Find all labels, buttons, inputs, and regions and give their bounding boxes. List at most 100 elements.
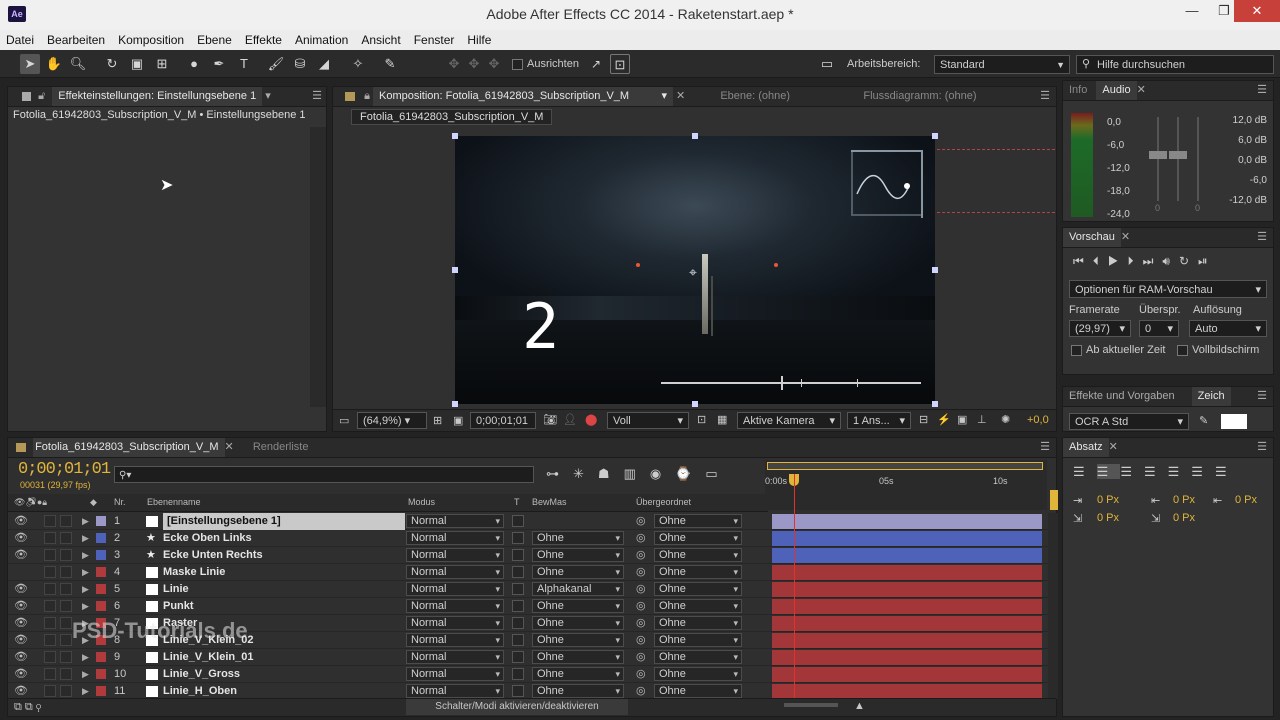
menu-komposition[interactable]: Komposition	[112, 30, 191, 48]
table-row[interactable]: 👁︎ ▶ 5 Linie Normal Alphakanal ◎ Ohne	[8, 581, 1048, 598]
preserve-transparency-checkbox[interactable]	[512, 685, 524, 697]
expand-triangle-icon[interactable]: ▶	[82, 530, 89, 547]
close-tab-icon[interactable]: ✕	[676, 90, 685, 102]
col-header-nr[interactable]: Nr.	[114, 494, 126, 511]
layer-mode-select[interactable]: Normal	[406, 616, 504, 630]
label-color-swatch[interactable]	[96, 652, 106, 662]
layer-mode-select[interactable]: Normal	[406, 565, 504, 579]
solo-switch[interactable]	[44, 651, 56, 663]
tab-paragraph[interactable]: Absatz	[1063, 438, 1109, 457]
track-matte-select[interactable]: Ohne	[532, 599, 624, 613]
brush-tool-icon[interactable]: 🖌︎	[266, 54, 286, 74]
draft-3d-icon[interactable]: ✳	[573, 466, 598, 481]
solo-switch[interactable]	[44, 685, 56, 697]
parent-select[interactable]: Ohne	[654, 565, 742, 579]
clone-stamp-tool-icon[interactable]: ⛁	[290, 54, 310, 74]
visibility-eye-icon[interactable]: 👁︎	[14, 615, 28, 632]
camera-tool-icon[interactable]: ▣	[127, 54, 147, 74]
solo-switch[interactable]	[44, 515, 56, 527]
preserve-transparency-checkbox[interactable]	[512, 532, 524, 544]
lock-switch[interactable]	[60, 532, 72, 544]
parent-select[interactable]: Ohne	[654, 633, 742, 647]
preserve-transparency-checkbox[interactable]	[512, 634, 524, 646]
selection-tool-icon[interactable]: ➤	[20, 54, 40, 74]
label-color-swatch[interactable]	[96, 533, 106, 543]
panel-menu-icon[interactable]: ☰	[312, 87, 322, 106]
menu-hilfe[interactable]: Hilfe	[461, 30, 498, 48]
preserve-transparency-checkbox[interactable]	[512, 651, 524, 663]
align-right-icon[interactable]: ☰	[1120, 464, 1144, 479]
mask-visibility-icon[interactable]: ▣	[453, 414, 463, 427]
exposure-icon[interactable]: ✺	[1001, 413, 1010, 426]
layer-name[interactable]: Linie_V_Gross	[163, 666, 240, 683]
font-select[interactable]: OCR A Std ▾	[1069, 413, 1189, 430]
comp-mini-flowchart-icon[interactable]: ⊶	[546, 466, 573, 481]
layer-mode-select[interactable]: Normal	[406, 514, 504, 528]
track-matte-select[interactable]: Ohne	[532, 667, 624, 681]
menu-datei[interactable]: Datei	[0, 30, 41, 48]
exposure-value[interactable]: +0,0	[1027, 414, 1049, 426]
label-color-swatch[interactable]	[96, 686, 106, 696]
next-frame-icon[interactable]: ⏵	[1128, 254, 1143, 268]
layer-duration-bar[interactable]	[772, 633, 1042, 648]
handle-bl[interactable]	[452, 401, 458, 407]
timeline-scrollbar[interactable]	[1048, 513, 1058, 699]
time-ruler[interactable]: 0:00s 05s 10s	[765, 460, 1047, 510]
audio-toggle-icon[interactable]: 🔊︎	[1162, 254, 1179, 268]
expand-triangle-icon[interactable]: ▶	[82, 564, 89, 581]
layer-mode-select[interactable]: Normal	[406, 531, 504, 545]
track-matte-select[interactable]: Ohne	[532, 531, 624, 545]
pan-behind-tool-icon[interactable]: ⊞	[152, 54, 172, 74]
menu-fenster[interactable]: Fenster	[408, 30, 462, 48]
workspace-select[interactable]: Standard ▼	[934, 55, 1070, 74]
eraser-tool-icon[interactable]: ◢	[314, 54, 334, 74]
handle-mr[interactable]	[932, 267, 938, 273]
flowchart-icon[interactable]: ⊥	[977, 413, 987, 426]
resolution-select[interactable]: Voll ▾	[607, 412, 689, 429]
layer-duration-bar[interactable]	[772, 616, 1042, 631]
align-center-icon[interactable]: ☰	[1096, 464, 1121, 479]
snap-icon[interactable]: ↗	[586, 54, 606, 74]
pickwhip-icon[interactable]: ◎	[636, 530, 646, 547]
parent-select[interactable]: Ohne	[654, 514, 742, 528]
handle-br[interactable]	[932, 401, 938, 407]
expand-triangle-icon[interactable]: ▶	[82, 666, 89, 683]
solo-switch[interactable]	[44, 566, 56, 578]
table-row[interactable]: 👁︎ ▶ 11 Linie_H_Oben Normal Ohne ◎ Ohne	[8, 683, 1048, 699]
lock-switch[interactable]	[60, 668, 72, 680]
parent-select[interactable]: Ohne	[654, 531, 742, 545]
pickwhip-icon[interactable]: ◎	[636, 649, 646, 666]
menu-ebene[interactable]: Ebene	[191, 30, 239, 48]
layer-mode-select[interactable]: Normal	[406, 599, 504, 613]
panel-menu-icon[interactable]: ☰	[1257, 228, 1267, 247]
dropdown-icon[interactable]: ▾	[265, 90, 271, 102]
visibility-eye-icon[interactable]: 👁︎	[14, 581, 28, 598]
visibility-eye-icon[interactable]: 👁︎	[14, 683, 28, 699]
pickwhip-icon[interactable]: ◎	[636, 632, 646, 649]
handle-ml[interactable]	[452, 267, 458, 273]
ram-preview-icon[interactable]: ⏯	[1198, 254, 1217, 268]
snapshot-icon[interactable]: 📷︎	[543, 413, 557, 426]
lock-icon[interactable]: 🔓︎	[38, 90, 45, 102]
justify-center-icon[interactable]: ☰	[1168, 464, 1192, 479]
table-row[interactable]: ▶ 4 Maske Linie Normal Ohne ◎ Ohne	[8, 564, 1048, 581]
layer-duration-bar[interactable]	[772, 599, 1042, 614]
pickwhip-icon[interactable]: ◎	[636, 581, 646, 598]
parent-select[interactable]: Ohne	[654, 616, 742, 630]
panel-menu-icon[interactable]: ☰	[1040, 87, 1050, 106]
graph-editor-icon[interactable]: ⌚	[675, 466, 705, 481]
tab-preview[interactable]: Vorschau	[1063, 228, 1121, 247]
shape-tool-icon[interactable]: ●	[184, 54, 204, 74]
track-matte-select[interactable]: Ohne	[532, 650, 624, 664]
fill-color-swatch[interactable]	[1221, 414, 1247, 429]
close-tab-icon[interactable]: ✕	[225, 441, 234, 453]
minimize-icon[interactable]: —	[1176, 0, 1208, 22]
axis-world-icon[interactable]: ✥	[464, 54, 484, 74]
track-matte-select[interactable]: Ohne	[532, 616, 624, 630]
close-tab-icon[interactable]: ✕	[1121, 231, 1130, 243]
visibility-eye-icon[interactable]: 👁︎	[14, 666, 28, 683]
audio-slider-master-track[interactable]	[1197, 117, 1199, 201]
layer-duration-bar[interactable]	[772, 667, 1042, 682]
rotate-tool-icon[interactable]: ↻	[102, 54, 122, 74]
pen-tool-icon[interactable]: ✒	[209, 54, 229, 74]
